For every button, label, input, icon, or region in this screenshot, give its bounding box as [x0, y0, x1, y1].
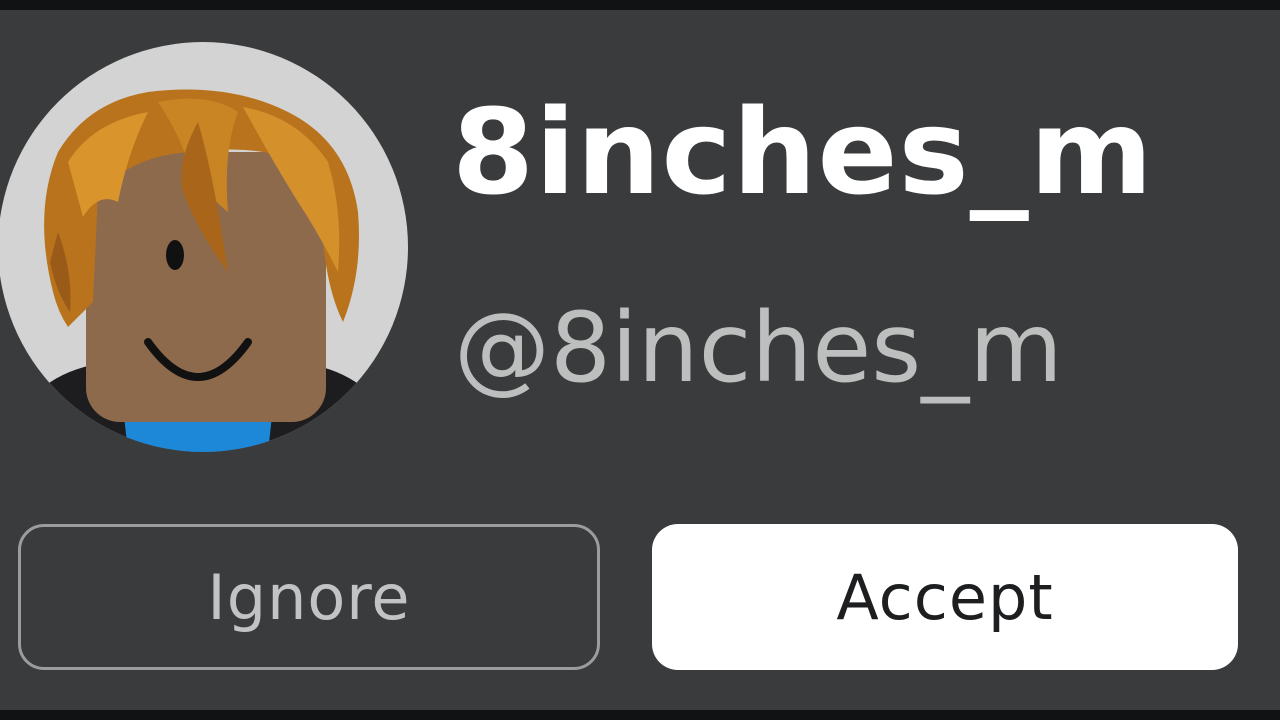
roblox-avatar-icon — [0, 89, 408, 452]
ignore-button[interactable]: Ignore — [18, 524, 600, 670]
avatar[interactable] — [0, 42, 408, 452]
display-name: 8inches_m — [452, 83, 1154, 221]
username: @8inches_m — [454, 292, 1063, 404]
accept-button[interactable]: Accept — [652, 524, 1238, 670]
friend-request-card: 8inches_m @8inches_m Ignore Accept — [0, 10, 1280, 710]
